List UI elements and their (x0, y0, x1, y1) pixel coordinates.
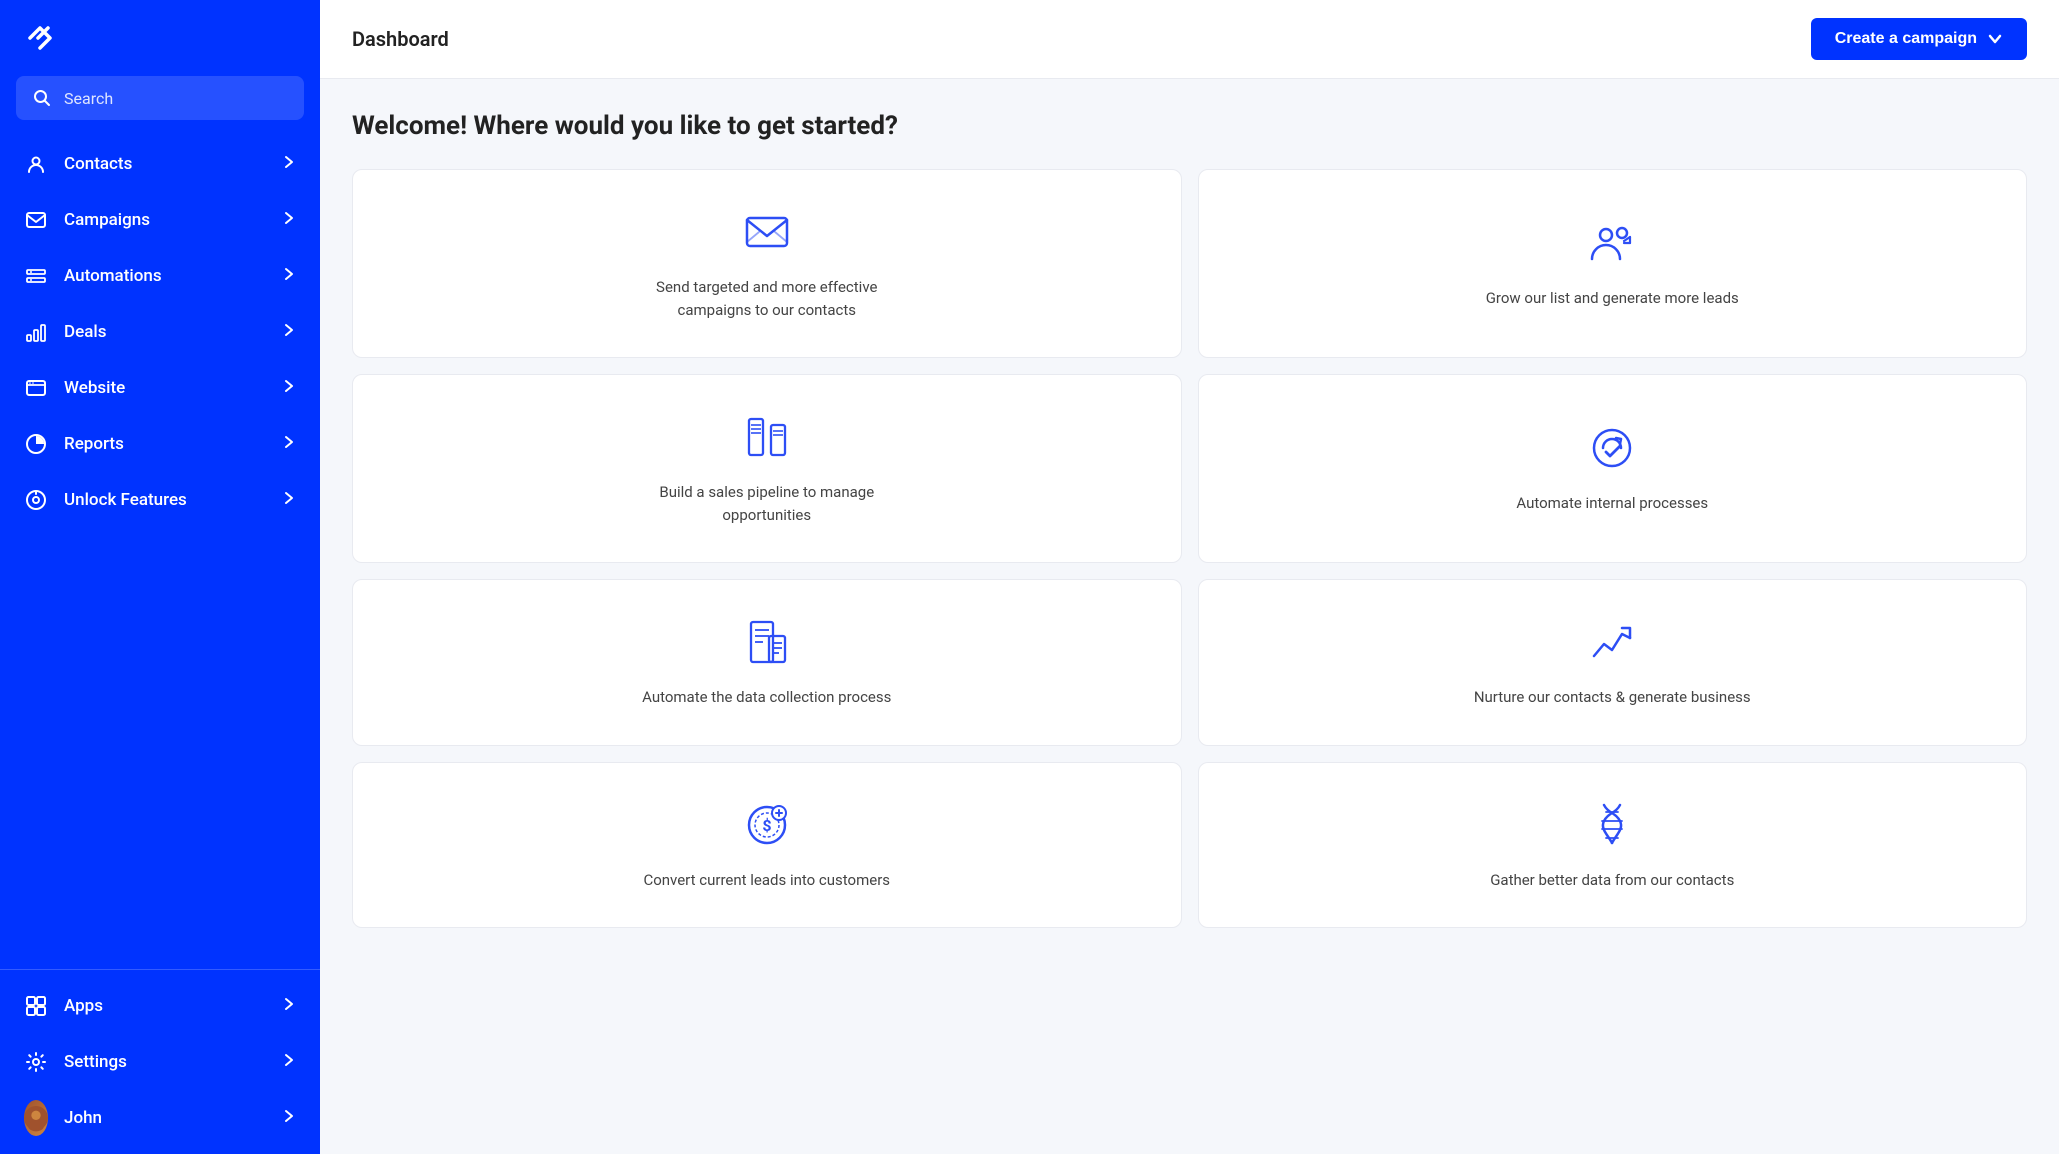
nurture-card-text: Nurture our contacts & generate business (1474, 686, 1751, 709)
search-placeholder: Search (64, 89, 113, 108)
automations-icon (24, 264, 48, 288)
avatar-icon (24, 1106, 48, 1130)
data-collection-card-text: Automate the data collection process (642, 686, 891, 709)
page-title: Dashboard (352, 27, 449, 51)
unlock-icon (24, 488, 48, 512)
gather-card[interactable]: Gather better data from our contacts (1198, 762, 2028, 929)
chart-icon (1586, 616, 1638, 668)
sidebar-item-user[interactable]: John (0, 1090, 320, 1146)
sidebar-item-automations-label: Automations (64, 266, 266, 286)
search-icon (32, 88, 52, 108)
automate-icon (1586, 422, 1638, 474)
sidebar-item-settings[interactable]: Settings (0, 1034, 320, 1090)
sidebar-item-contacts[interactable]: Contacts (0, 136, 320, 192)
sidebar-item-apps[interactable]: Apps (0, 978, 320, 1034)
campaigns-icon (24, 208, 48, 232)
chevron-right-icon-8 (282, 996, 296, 1016)
chevron-right-icon-3 (282, 266, 296, 286)
forms-icon (741, 616, 793, 668)
gather-card-text: Gather better data from our contacts (1490, 869, 1734, 892)
settings-icon (24, 1050, 48, 1074)
cards-grid: Send targeted and more effective campaig… (352, 169, 2027, 928)
convert-icon: $ (741, 799, 793, 851)
leads-card-text: Grow our list and generate more leads (1486, 287, 1739, 310)
chevron-right-icon (282, 154, 296, 174)
automate-card[interactable]: Automate internal processes (1198, 374, 2028, 563)
data-collection-card[interactable]: Automate the data collection process (352, 579, 1182, 746)
logo[interactable] (0, 0, 320, 76)
sidebar-nav: Contacts Campaigns (0, 128, 320, 969)
automate-card-text: Automate internal processes (1516, 492, 1708, 515)
sidebar-item-unlock-label: Unlock Features (64, 490, 266, 510)
campaigns-card[interactable]: Send targeted and more effective campaig… (352, 169, 1182, 358)
chevron-right-icon-2 (282, 210, 296, 230)
contacts-icon (24, 152, 48, 176)
welcome-title: Welcome! Where would you like to get sta… (352, 111, 2027, 141)
chevron-right-icon-10 (282, 1108, 296, 1128)
sidebar-item-deals-label: Deals (64, 322, 266, 342)
sidebar-item-reports[interactable]: Reports (0, 416, 320, 472)
dashboard-content: Welcome! Where would you like to get sta… (320, 79, 2059, 1154)
convert-card[interactable]: $ Convert current leads into customers (352, 762, 1182, 929)
main-content: Dashboard Create a campaign Welcome! Whe… (320, 0, 2059, 1154)
search-input[interactable]: Search (16, 76, 304, 120)
sidebar-item-user-label: John (64, 1108, 266, 1128)
create-campaign-button[interactable]: Create a campaign (1811, 18, 2027, 60)
pipeline-card-text: Build a sales pipeline to manage opportu… (627, 481, 907, 526)
pipeline-icon (741, 411, 793, 463)
sidebar-item-deals[interactable]: Deals (0, 304, 320, 360)
chevron-right-icon-9 (282, 1052, 296, 1072)
sidebar-item-campaigns[interactable]: Campaigns (0, 192, 320, 248)
campaigns-card-text: Send targeted and more effective campaig… (627, 276, 907, 321)
sidebar: Search Contacts Campaigns (0, 0, 320, 1154)
create-campaign-label: Create a campaign (1835, 30, 1977, 48)
sidebar-item-settings-label: Settings (64, 1052, 266, 1072)
sidebar-item-contacts-label: Contacts (64, 154, 266, 174)
sidebar-item-campaigns-label: Campaigns (64, 210, 266, 230)
chevron-right-icon-7 (282, 490, 296, 510)
pipeline-card[interactable]: Build a sales pipeline to manage opportu… (352, 374, 1182, 563)
chevron-right-icon-4 (282, 322, 296, 342)
header: Dashboard Create a campaign (320, 0, 2059, 79)
chevron-right-icon-5 (282, 378, 296, 398)
chevron-right-icon-6 (282, 434, 296, 454)
email-icon (741, 206, 793, 258)
sidebar-bottom: Apps Settings (0, 969, 320, 1154)
sidebar-item-automations[interactable]: Automations (0, 248, 320, 304)
sidebar-item-website[interactable]: Website (0, 360, 320, 416)
sidebar-item-unlock-features[interactable]: Unlock Features (0, 472, 320, 528)
sidebar-item-reports-label: Reports (64, 434, 266, 454)
deals-icon (24, 320, 48, 344)
leads-icon (1586, 217, 1638, 269)
apps-icon (24, 994, 48, 1018)
leads-card[interactable]: Grow our list and generate more leads (1198, 169, 2028, 358)
convert-card-text: Convert current leads into customers (643, 869, 890, 892)
dna-icon (1586, 799, 1638, 851)
website-icon (24, 376, 48, 400)
svg-text:$: $ (762, 816, 771, 835)
sidebar-item-website-label: Website (64, 378, 266, 398)
nurture-card[interactable]: Nurture our contacts & generate business (1198, 579, 2028, 746)
sidebar-item-apps-label: Apps (64, 996, 266, 1016)
logo-icon (24, 20, 60, 56)
reports-icon (24, 432, 48, 456)
dropdown-arrow-icon (1987, 31, 2003, 47)
